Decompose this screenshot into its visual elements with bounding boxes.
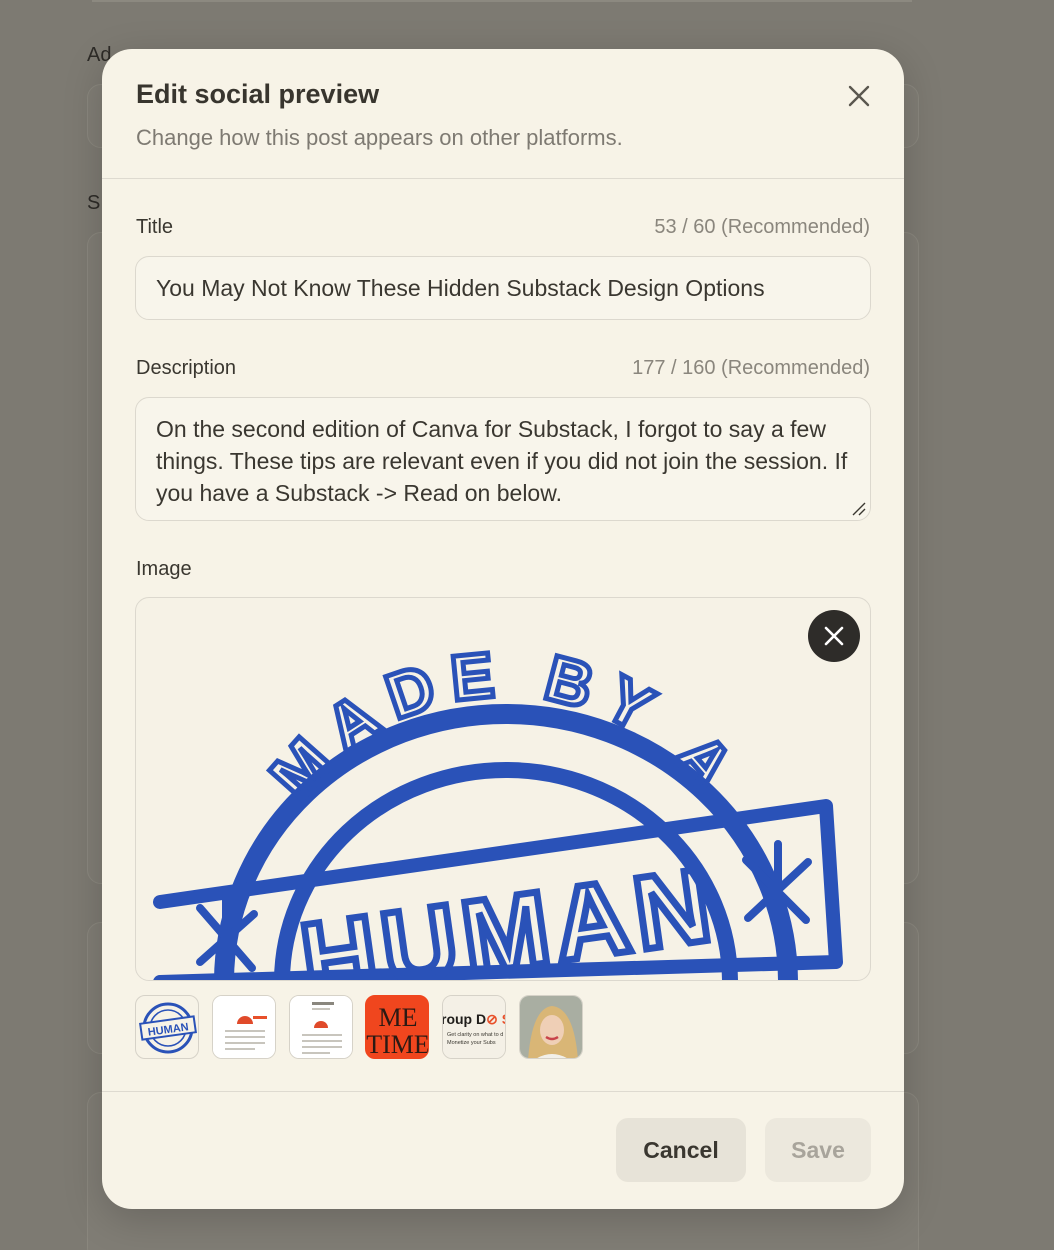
svg-text:Get clarity on what to d: Get clarity on what to d (447, 1032, 503, 1038)
thumb-group-do[interactable]: roup D⊘ S Get clarity on what to d Monet… (442, 995, 506, 1059)
description-label: Description (136, 357, 237, 379)
description-textarea[interactable]: On the second edition of Canva for Subst… (135, 397, 871, 521)
resize-handle-icon[interactable] (850, 500, 866, 516)
title-input[interactable] (135, 256, 871, 320)
modal-header: Edit social preview Change how this post… (102, 49, 904, 179)
me-time-thumbnail-image: ME TIME (366, 996, 429, 1059)
background-label-2: S (87, 192, 101, 214)
close-icon (824, 626, 844, 646)
stamp-thumbnail-image: HUMAN (139, 1002, 197, 1054)
modal-subtitle: Change how this post appears on other pl… (136, 125, 623, 150)
thumb-screenshot-2[interactable] (289, 995, 353, 1059)
close-button[interactable] (842, 79, 876, 113)
group-do-thumbnail-image: roup D⊘ S Get clarity on what to d Monet… (443, 996, 506, 1058)
save-button[interactable]: Save (765, 1118, 871, 1182)
description-char-count: 177 / 160 (Recommended) (632, 357, 870, 379)
modal-title: Edit social preview (136, 79, 380, 109)
screenshot-thumbnail-image (290, 996, 352, 1058)
made-by-human-stamp: MADE BY A HUMAN (153, 635, 843, 980)
image-label: Image (136, 558, 192, 580)
svg-text:Monetize your Subs: Monetize your Subs (447, 1040, 496, 1046)
background-top-edge (92, 0, 912, 2)
title-char-count: 53 / 60 (Recommended) (654, 216, 870, 238)
stamp-top-text: MADE BY A (256, 637, 756, 812)
svg-text:roup D⊘ S: roup D⊘ S (443, 1011, 506, 1027)
thumb-made-by-human[interactable]: HUMAN (135, 995, 199, 1059)
remove-image-button[interactable] (808, 610, 860, 662)
svg-text:TIME: TIME (366, 1030, 429, 1059)
portrait-thumbnail-image (520, 996, 582, 1058)
title-label: Title (136, 216, 174, 238)
edit-social-preview-modal: Edit social preview Change how this post… (102, 49, 904, 1209)
close-icon (848, 85, 870, 107)
screenshot-thumbnail-image (213, 996, 275, 1058)
thumb-me-time[interactable]: ME TIME (365, 995, 429, 1059)
modal-footer: Cancel Save (102, 1091, 904, 1209)
svg-text:ME: ME (379, 1003, 418, 1032)
thumb-screenshot-1[interactable] (212, 995, 276, 1059)
cancel-button[interactable]: Cancel (616, 1118, 746, 1182)
thumb-portrait[interactable] (519, 995, 583, 1059)
image-preview: MADE BY A HUMAN (135, 597, 871, 981)
